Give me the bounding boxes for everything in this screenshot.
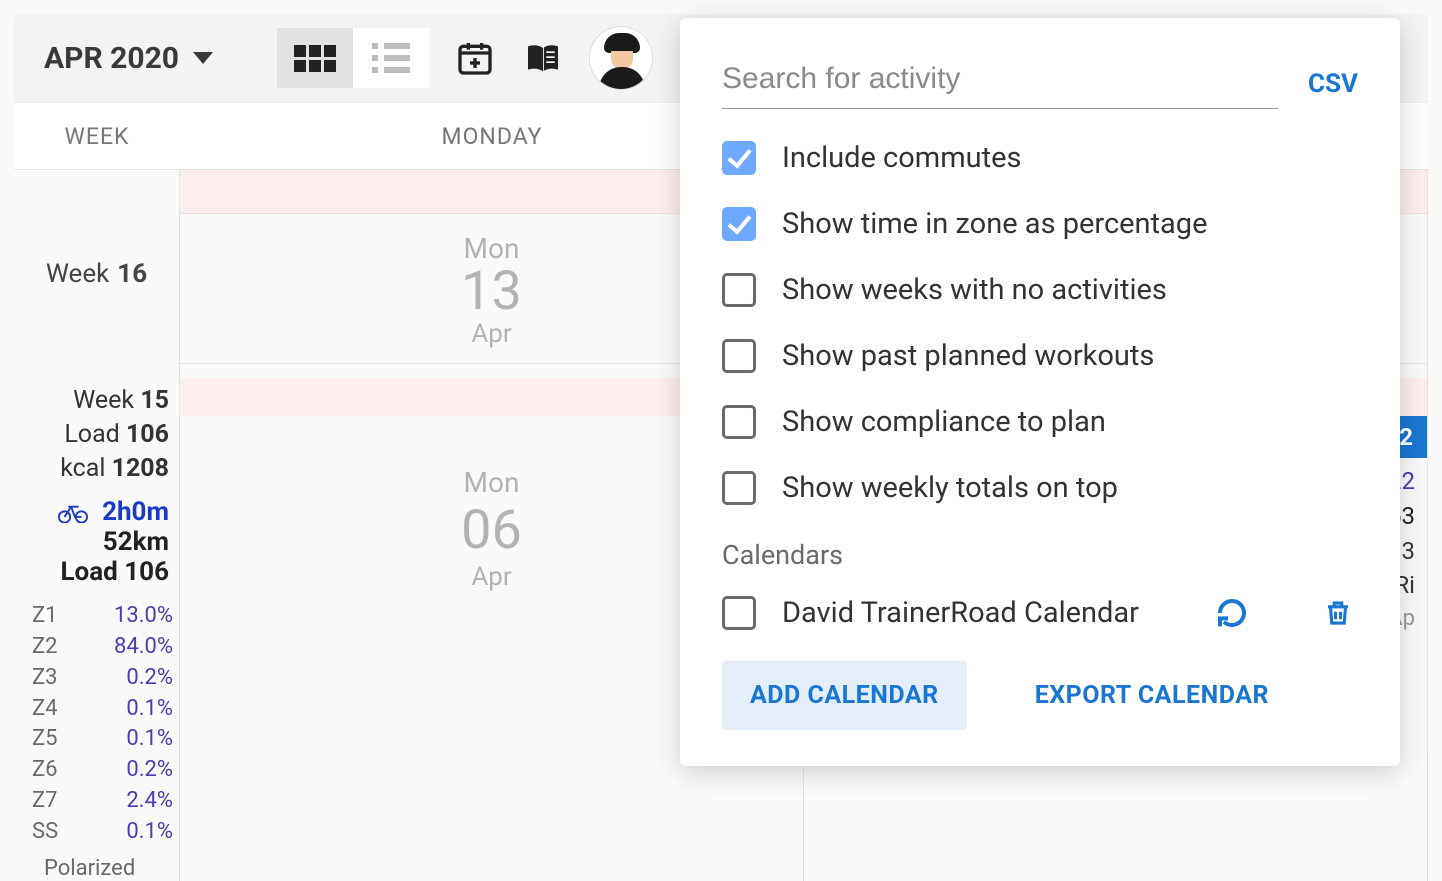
option-label: Show weekly totals on top — [782, 471, 1118, 505]
week-15-kcal: kcal 1208 — [14, 452, 169, 486]
options-list: Include commutes Show time in zone as per… — [722, 109, 1358, 505]
delete-icon[interactable] — [1318, 593, 1358, 633]
zone-value: 2.4% — [126, 786, 173, 817]
week-15-totals: 2h0m 52km Load 106 — [14, 485, 179, 587]
zone-value: 13.0% — [114, 601, 173, 632]
week-15-label: Week 15 — [14, 384, 169, 418]
zone-row: Z3 0.2% — [32, 663, 173, 694]
zone-row: Z1 13.0% — [32, 601, 173, 632]
zone-row: SS 0.1% — [32, 817, 173, 848]
week-16-label: Week16 — [14, 170, 179, 378]
option-row[interactable]: Show weeks with no activities — [722, 273, 1358, 307]
header-week: WEEK — [14, 103, 180, 169]
option-label: Include commutes — [782, 141, 1021, 175]
refresh-icon[interactable] — [1212, 593, 1252, 633]
export-calendar-button[interactable]: EXPORT CALENDAR — [1007, 661, 1297, 730]
csv-button[interactable]: CSV — [1308, 69, 1358, 109]
zone-label: Z5 — [32, 724, 58, 755]
option-label: Show compliance to plan — [782, 405, 1106, 439]
manual-button[interactable] — [521, 36, 565, 80]
zone-label: SS — [32, 817, 58, 848]
total-duration: 2h0m — [102, 497, 169, 527]
zone-row: Z6 0.2% — [32, 755, 173, 786]
zone-label: Z7 — [32, 786, 58, 817]
total-load: Load 106 — [60, 557, 169, 587]
zone-row: Z4 0.1% — [32, 694, 173, 725]
zone-label: Z3 — [32, 663, 58, 694]
zone-value: 0.2% — [126, 755, 173, 786]
option-row[interactable]: Show past planned workouts — [722, 339, 1358, 373]
grid-icon — [294, 45, 336, 72]
add-event-button[interactable] — [453, 36, 497, 80]
option-label: Show past planned workouts — [782, 339, 1154, 373]
total-distance: 52km — [103, 527, 169, 557]
view-toggle — [277, 28, 429, 88]
calendar-label: David TrainerRoad Calendar — [782, 596, 1186, 630]
grid-view-button[interactable] — [277, 28, 353, 88]
zone-label: Z6 — [32, 755, 58, 786]
activity-extra: 2 — [1399, 423, 1413, 451]
search-input[interactable] — [722, 54, 1278, 109]
option-label: Show weeks with no activities — [782, 273, 1167, 307]
zone-row: Z7 2.4% — [32, 786, 173, 817]
option-row[interactable]: Include commutes — [722, 141, 1358, 175]
chevron-down-icon — [193, 52, 213, 64]
calendar-item[interactable]: David TrainerRoad Calendar — [722, 593, 1358, 633]
option-row[interactable]: Show time in zone as percentage — [722, 207, 1358, 241]
polarized-label: Polarized — [14, 848, 179, 881]
week-15-sidebar: Week 15 Load 106 kcal 1208 2h0m 52km Loa… — [14, 378, 180, 881]
calendars-heading: Calendars — [722, 539, 1358, 571]
checkbox[interactable] — [722, 339, 756, 373]
checkbox[interactable] — [722, 141, 756, 175]
zone-row: Z2 84.0% — [32, 632, 173, 663]
zone-row: Z5 0.1% — [32, 724, 173, 755]
zone-value: 0.1% — [126, 694, 173, 725]
zone-breakdown: Z113.0%Z284.0%Z30.2%Z40.1%Z50.1%Z60.2%Z7… — [14, 587, 179, 847]
list-icon — [372, 43, 410, 73]
date-label: APR 2020 — [44, 41, 179, 76]
zone-value: 0.1% — [126, 817, 173, 848]
list-view-button[interactable] — [353, 28, 429, 88]
checkbox[interactable] — [722, 273, 756, 307]
week-16-sidebar: Week16 — [14, 170, 180, 378]
bike-icon — [58, 500, 88, 524]
checkbox[interactable] — [722, 596, 756, 630]
checkbox[interactable] — [722, 207, 756, 241]
add-calendar-button[interactable]: ADD CALENDAR — [722, 661, 967, 730]
option-row[interactable]: Show weekly totals on top — [722, 471, 1358, 505]
zone-label: Z4 — [32, 694, 58, 725]
zone-value: 0.1% — [126, 724, 173, 755]
option-row[interactable]: Show compliance to plan — [722, 405, 1358, 439]
zone-label: Z2 — [32, 632, 58, 663]
search-field-wrapper — [722, 54, 1278, 109]
settings-panel: CSV Include commutes Show time in zone as… — [680, 18, 1400, 766]
zone-value: 0.2% — [126, 663, 173, 694]
option-label: Show time in zone as percentage — [782, 207, 1207, 241]
avatar[interactable] — [589, 26, 653, 90]
checkbox[interactable] — [722, 471, 756, 505]
date-picker[interactable]: APR 2020 — [44, 41, 213, 76]
week-15-load: Load 106 — [14, 418, 169, 452]
zone-value: 84.0% — [114, 632, 173, 663]
zone-label: Z1 — [32, 601, 58, 632]
checkbox[interactable] — [722, 405, 756, 439]
